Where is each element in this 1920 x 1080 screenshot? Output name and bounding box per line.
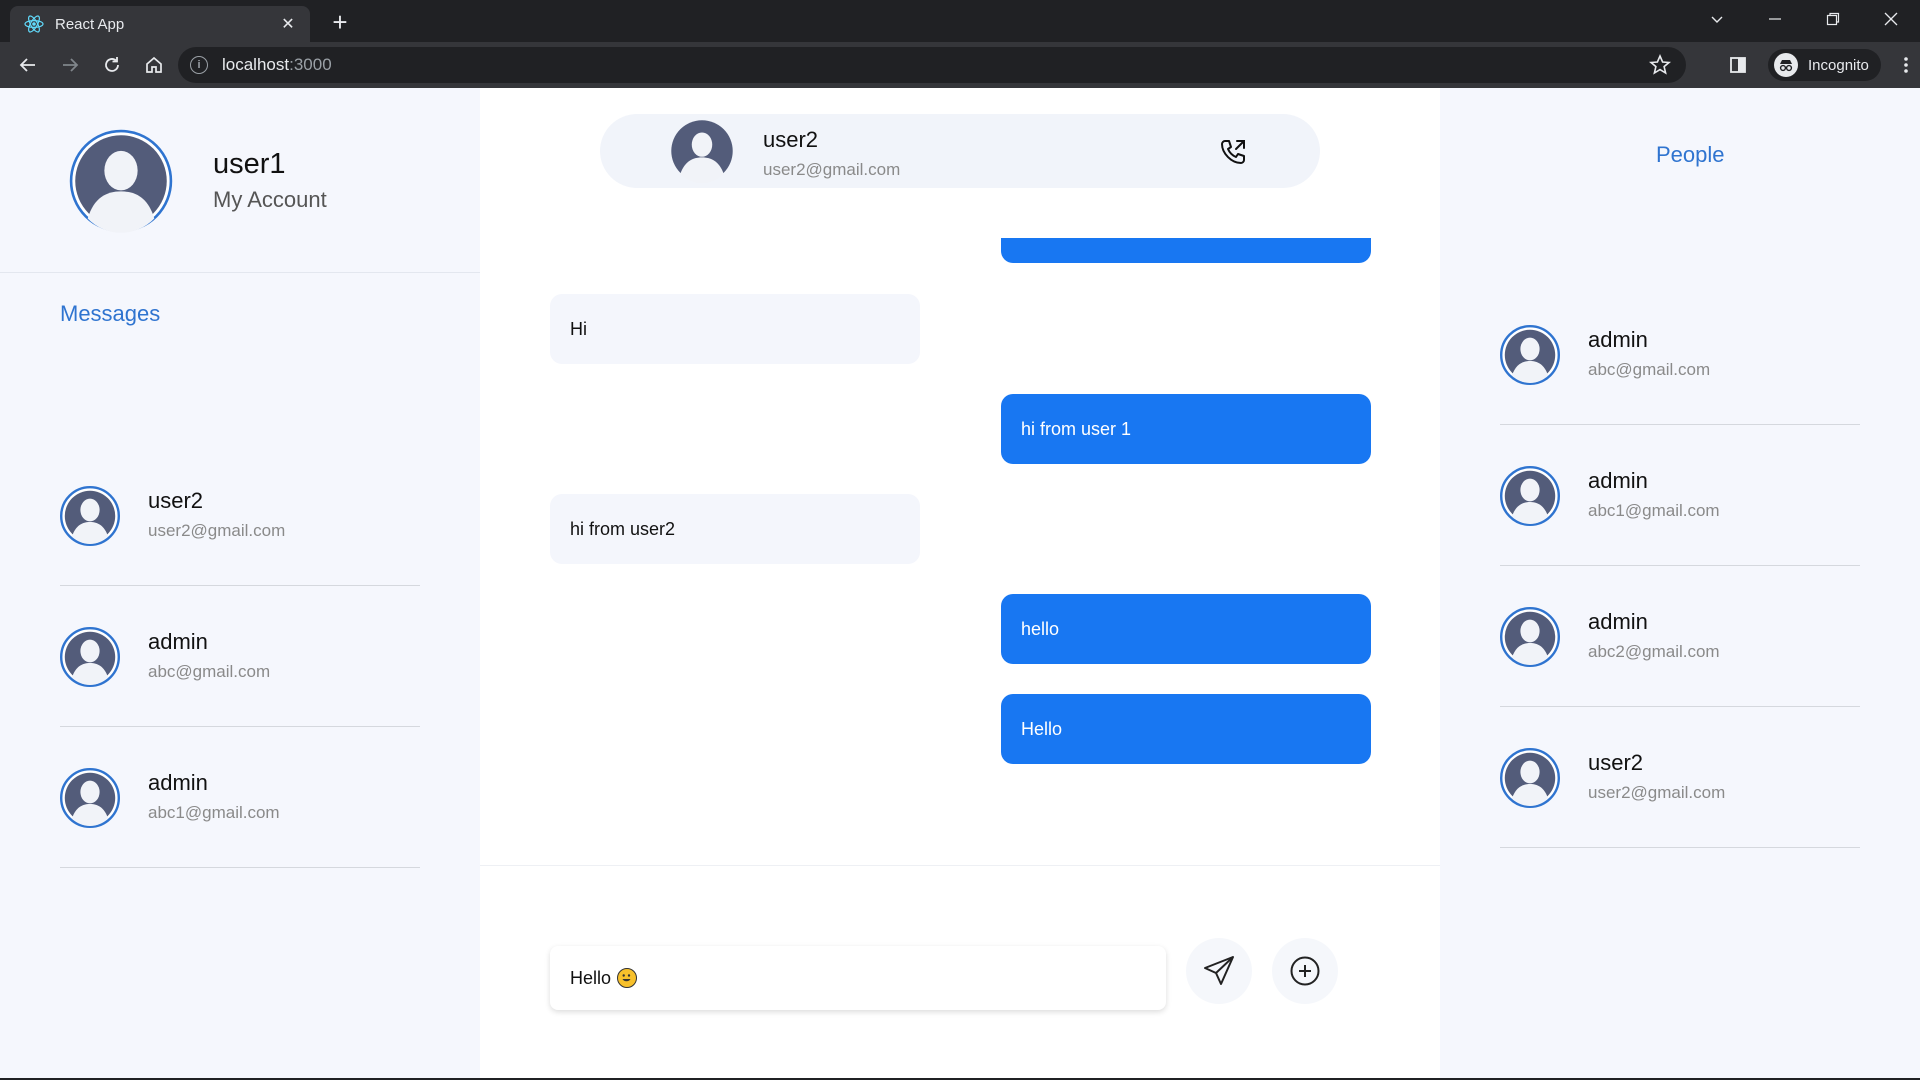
attach-button[interactable] <box>1272 938 1338 1004</box>
conversation-item[interactable]: user2 user2@gmail.com <box>60 445 420 586</box>
tab-search-icon[interactable] <box>1688 0 1746 38</box>
person-email: abc2@gmail.com <box>1588 642 1720 661</box>
my-account-name: user1 <box>213 148 286 180</box>
tab-title: React App <box>55 15 125 33</box>
person-name: admin <box>1588 327 1648 352</box>
send-icon <box>1204 956 1234 985</box>
chat-header: user2 user2@gmail.com <box>600 114 1320 188</box>
conversation-item[interactable]: admin abc1@gmail.com <box>60 727 420 868</box>
conversation-avatar <box>60 486 120 551</box>
react-logo-icon <box>24 14 44 34</box>
incognito-icon <box>1774 53 1798 77</box>
side-panel-icon[interactable] <box>1718 45 1758 85</box>
compose-divider <box>480 865 1440 866</box>
conversation-name: admin <box>148 770 208 795</box>
message-input[interactable]: Hello <box>550 946 1166 1010</box>
user-avatar-icon <box>1500 748 1560 808</box>
reload-icon[interactable] <box>92 45 132 85</box>
browser-tab[interactable]: React App ✕ <box>10 6 310 42</box>
conversation-name: admin <box>148 629 208 654</box>
person-avatar <box>1500 466 1560 531</box>
person-avatar <box>1500 325 1560 390</box>
send-button[interactable] <box>1186 938 1252 1004</box>
user-avatar-icon <box>60 486 120 546</box>
user-avatar-icon <box>1500 607 1560 667</box>
incognito-label: Incognito <box>1808 56 1869 74</box>
tab-close-icon[interactable]: ✕ <box>278 14 298 34</box>
conversation-email: abc@gmail.com <box>148 662 271 681</box>
conversation-avatar <box>60 627 120 692</box>
user-avatar-icon <box>1500 325 1560 385</box>
messages-heading: Messages <box>60 301 161 326</box>
conversation-item[interactable]: admin abc@gmail.com <box>60 586 420 727</box>
person-name: user2 <box>1588 750 1644 775</box>
chat-panel: user2 user2@gmail.com Hi hi from user 1 … <box>480 88 1440 1078</box>
back-arrow-icon[interactable] <box>8 45 48 85</box>
person-email: abc@gmail.com <box>1588 360 1711 379</box>
person-name: admin <box>1588 468 1648 493</box>
person-item[interactable]: admin abc2@gmail.com <box>1500 566 1860 707</box>
url-host: localhost <box>222 55 290 74</box>
user-avatar-icon <box>60 627 120 687</box>
conversation-avatar <box>60 768 120 833</box>
person-item[interactable]: user2 user2@gmail.com <box>1500 707 1860 848</box>
more-menu-icon[interactable] <box>1891 50 1920 80</box>
my-avatar[interactable] <box>69 129 173 238</box>
message-bubble-outgoing: hi from user 1 <box>1001 394 1371 464</box>
right-sidebar: People admin abc@gmail.com admin abc1@gm… <box>1440 88 1920 1078</box>
chat-partner-name: user2 <box>763 127 819 152</box>
person-name: admin <box>1588 609 1648 634</box>
message-bubble-incoming: hi from user2 <box>550 494 920 564</box>
user-avatar-icon <box>60 768 120 828</box>
message-bubble-outgoing: hello <box>1001 594 1371 664</box>
restore-icon[interactable] <box>1804 0 1862 38</box>
people-heading: People <box>1656 142 1725 167</box>
message-input-text: Hello <box>570 967 612 988</box>
chat-app: user1 My Account Messages user2 user2@gm… <box>0 88 1920 1078</box>
user-avatar-icon <box>69 129 173 233</box>
url-port: :3000 <box>289 55 332 74</box>
left-sidebar: user1 My Account Messages user2 user2@gm… <box>0 88 480 1078</box>
bookmark-star-icon[interactable] <box>1648 53 1672 77</box>
window-close-icon[interactable] <box>1862 0 1920 38</box>
new-tab-button[interactable]: + <box>326 9 354 37</box>
person-item[interactable]: admin abc@gmail.com <box>1500 284 1860 425</box>
incognito-profile-button[interactable]: Incognito <box>1768 49 1881 81</box>
home-icon[interactable] <box>134 45 174 85</box>
conversation-email: abc1@gmail.com <box>148 803 280 822</box>
person-avatar <box>1500 748 1560 813</box>
site-info-icon[interactable]: i <box>190 56 208 74</box>
person-item[interactable]: admin abc1@gmail.com <box>1500 425 1860 566</box>
conversation-email: user2@gmail.com <box>148 521 286 540</box>
my-account-link[interactable]: My Account <box>213 187 327 213</box>
person-avatar <box>1500 607 1560 672</box>
minimize-icon[interactable] <box>1746 0 1804 38</box>
conversation-name: user2 <box>148 488 204 513</box>
my-account-card[interactable]: user1 My Account <box>0 88 480 273</box>
chat-partner-email: user2@gmail.com <box>763 160 901 179</box>
message-bubble-incoming: Hi <box>550 294 920 364</box>
person-email: user2@gmail.com <box>1588 783 1726 802</box>
phone-call-icon[interactable] <box>1217 136 1249 168</box>
user-avatar-icon <box>671 120 733 184</box>
browser-toolbar: i localhost:3000 Incognito <box>0 42 1920 88</box>
forward-arrow-icon[interactable] <box>50 45 90 85</box>
message-bubble-outgoing-partial <box>1001 238 1371 263</box>
browser-tab-strip: React App ✕ + <box>0 0 1920 42</box>
address-bar[interactable]: i localhost:3000 <box>178 47 1686 83</box>
plus-circle-icon <box>1290 956 1320 986</box>
window-controls <box>1688 0 1920 38</box>
chat-partner-avatar <box>670 119 734 188</box>
message-bubble-outgoing: Hello <box>1001 694 1371 764</box>
user-avatar-icon <box>1500 466 1560 526</box>
toolbar-right: Incognito <box>1716 42 1920 88</box>
smiley-emoji-icon <box>617 968 638 988</box>
person-email: abc1@gmail.com <box>1588 501 1720 520</box>
